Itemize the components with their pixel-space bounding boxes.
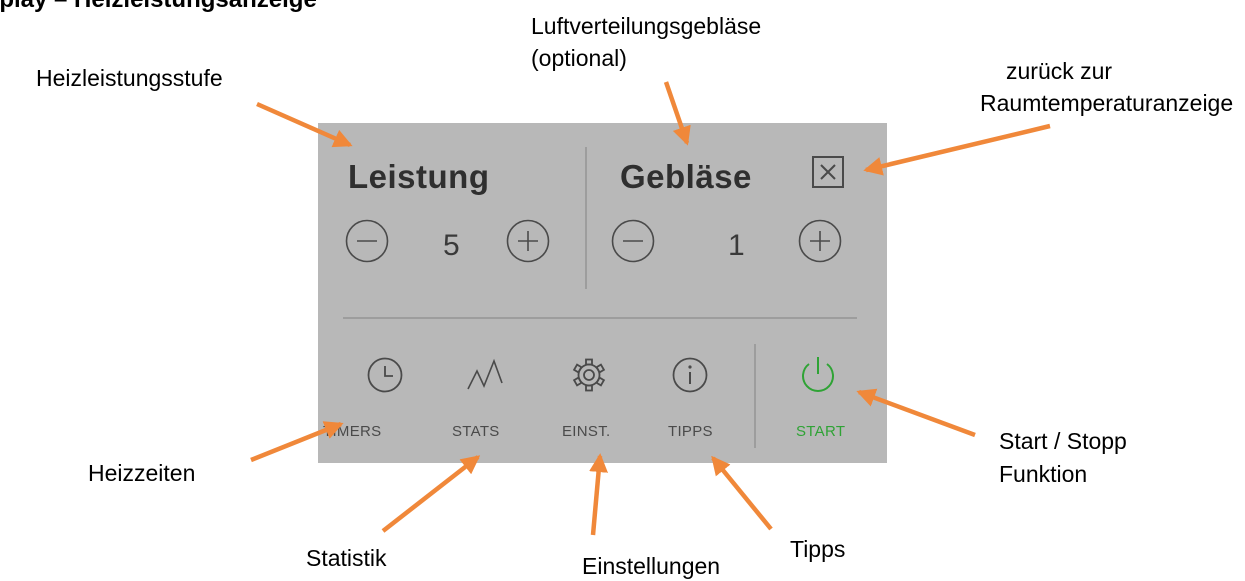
arrow-tipps xyxy=(711,455,773,531)
callout-arrows xyxy=(250,81,1051,536)
arrow-statistik xyxy=(381,455,481,533)
arrow-heizleistungsstufe xyxy=(256,101,353,148)
arrow-zurueck xyxy=(863,123,1051,176)
arrow-startstopp xyxy=(856,388,976,438)
arrow-heizzeiten xyxy=(250,421,344,463)
arrow-luftverteilung xyxy=(663,81,691,146)
arrow-einstellungen xyxy=(589,453,608,536)
